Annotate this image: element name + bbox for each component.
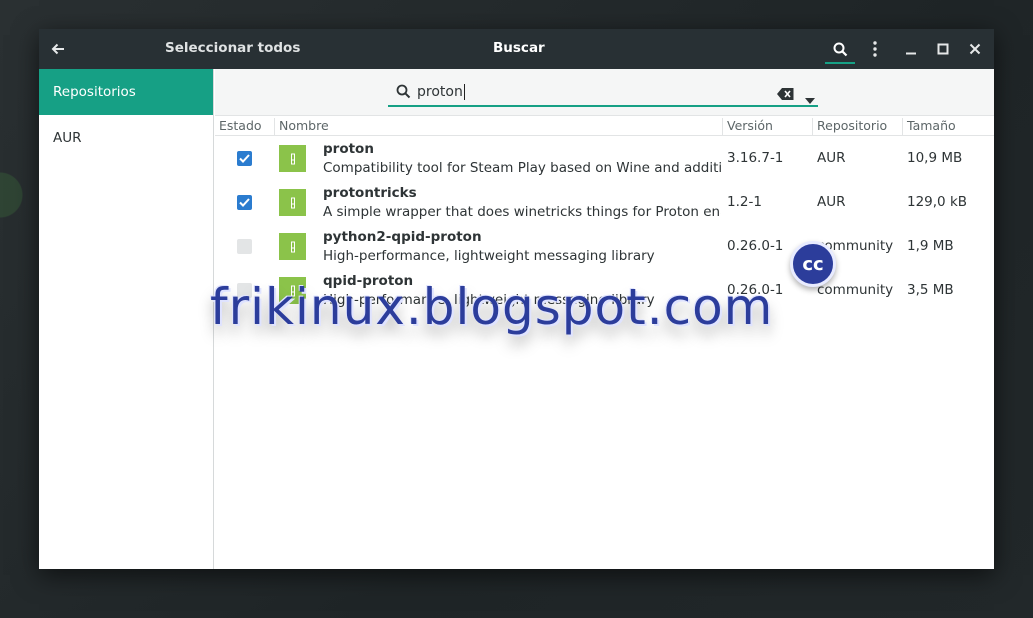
search-input[interactable]: proton <box>388 78 818 107</box>
clear-text-icon[interactable] <box>777 85 794 104</box>
package-version: 3.16.7-1 <box>727 150 784 166</box>
sidebar-item-label: Repositorios <box>53 84 136 100</box>
minimize-icon <box>906 52 916 55</box>
maximize-button[interactable] <box>929 29 957 69</box>
package-repository: AUR <box>817 194 846 210</box>
sidebar-item-label: AUR <box>53 130 82 146</box>
package-size: 129,0 kB <box>907 194 968 210</box>
table-row[interactable]: protontricks A simple wrapper that does … <box>215 180 994 224</box>
dropdown-arrow-icon[interactable] <box>805 89 815 108</box>
package-size: 10,9 MB <box>907 150 963 166</box>
checkmark-icon <box>239 154 250 163</box>
menu-button[interactable] <box>861 29 889 69</box>
sidebar-item-repositorios[interactable]: Repositorios <box>39 69 213 115</box>
package-icon <box>279 189 306 216</box>
blog-watermark: frikinux.blogspot.com <box>210 278 774 336</box>
column-header-tamano[interactable]: Tamaño <box>902 118 956 136</box>
sidebar: Repositorios AUR <box>39 69 214 569</box>
package-size: 3,5 MB <box>907 282 954 298</box>
column-header-version[interactable]: Versión <box>722 118 773 136</box>
window-title: Buscar <box>493 40 545 56</box>
kebab-menu-icon <box>873 41 877 57</box>
install-checkbox[interactable] <box>237 239 252 254</box>
minimize-button[interactable] <box>897 29 925 69</box>
package-repository: AUR <box>817 150 846 166</box>
close-icon <box>969 43 981 55</box>
column-header-repositorio[interactable]: Repositorio <box>812 118 887 136</box>
table-row[interactable]: python2-qpid-proton High-performance, li… <box>215 224 994 268</box>
install-checkbox[interactable] <box>237 151 252 166</box>
search-icon <box>833 42 847 56</box>
creative-commons-logo: cc <box>790 241 836 287</box>
package-name: protontricks <box>323 185 417 201</box>
package-icon <box>279 145 306 172</box>
package-version: 1.2-1 <box>727 194 762 210</box>
table-row[interactable]: proton Compatibility tool for Steam Play… <box>215 136 994 180</box>
package-description: A simple wrapper that does winetricks th… <box>323 204 721 220</box>
maximize-icon <box>937 43 949 55</box>
headerbar: Seleccionar todos Buscar <box>39 29 994 69</box>
table-header: Estado Nombre Versión Repositorio Tamaño <box>215 116 994 136</box>
search-bar: proton <box>215 69 994 116</box>
search-icon <box>391 84 415 99</box>
sidebar-item-aur[interactable]: AUR <box>39 115 213 161</box>
back-button[interactable] <box>39 29 77 69</box>
package-version: 0.26.0-1 <box>727 238 784 254</box>
select-all-button[interactable]: Seleccionar todos <box>165 40 300 56</box>
package-description: Compatibility tool for Steam Play based … <box>323 160 721 176</box>
package-icon <box>279 233 306 260</box>
column-header-estado[interactable]: Estado <box>215 118 262 136</box>
column-header-nombre[interactable]: Nombre <box>274 118 329 136</box>
package-size: 1,9 MB <box>907 238 954 254</box>
search-input-text: proton <box>417 83 465 100</box>
package-repository: community <box>817 282 894 298</box>
install-checkbox[interactable] <box>237 195 252 210</box>
checkmark-icon <box>239 198 250 207</box>
search-toggle-button[interactable] <box>825 29 855 69</box>
close-button[interactable] <box>961 29 989 69</box>
package-name: python2-qpid-proton <box>323 229 482 245</box>
back-arrow-icon <box>51 43 64 55</box>
package-name: proton <box>323 141 374 157</box>
package-description: High-performance, lightweight messaging … <box>323 248 655 264</box>
